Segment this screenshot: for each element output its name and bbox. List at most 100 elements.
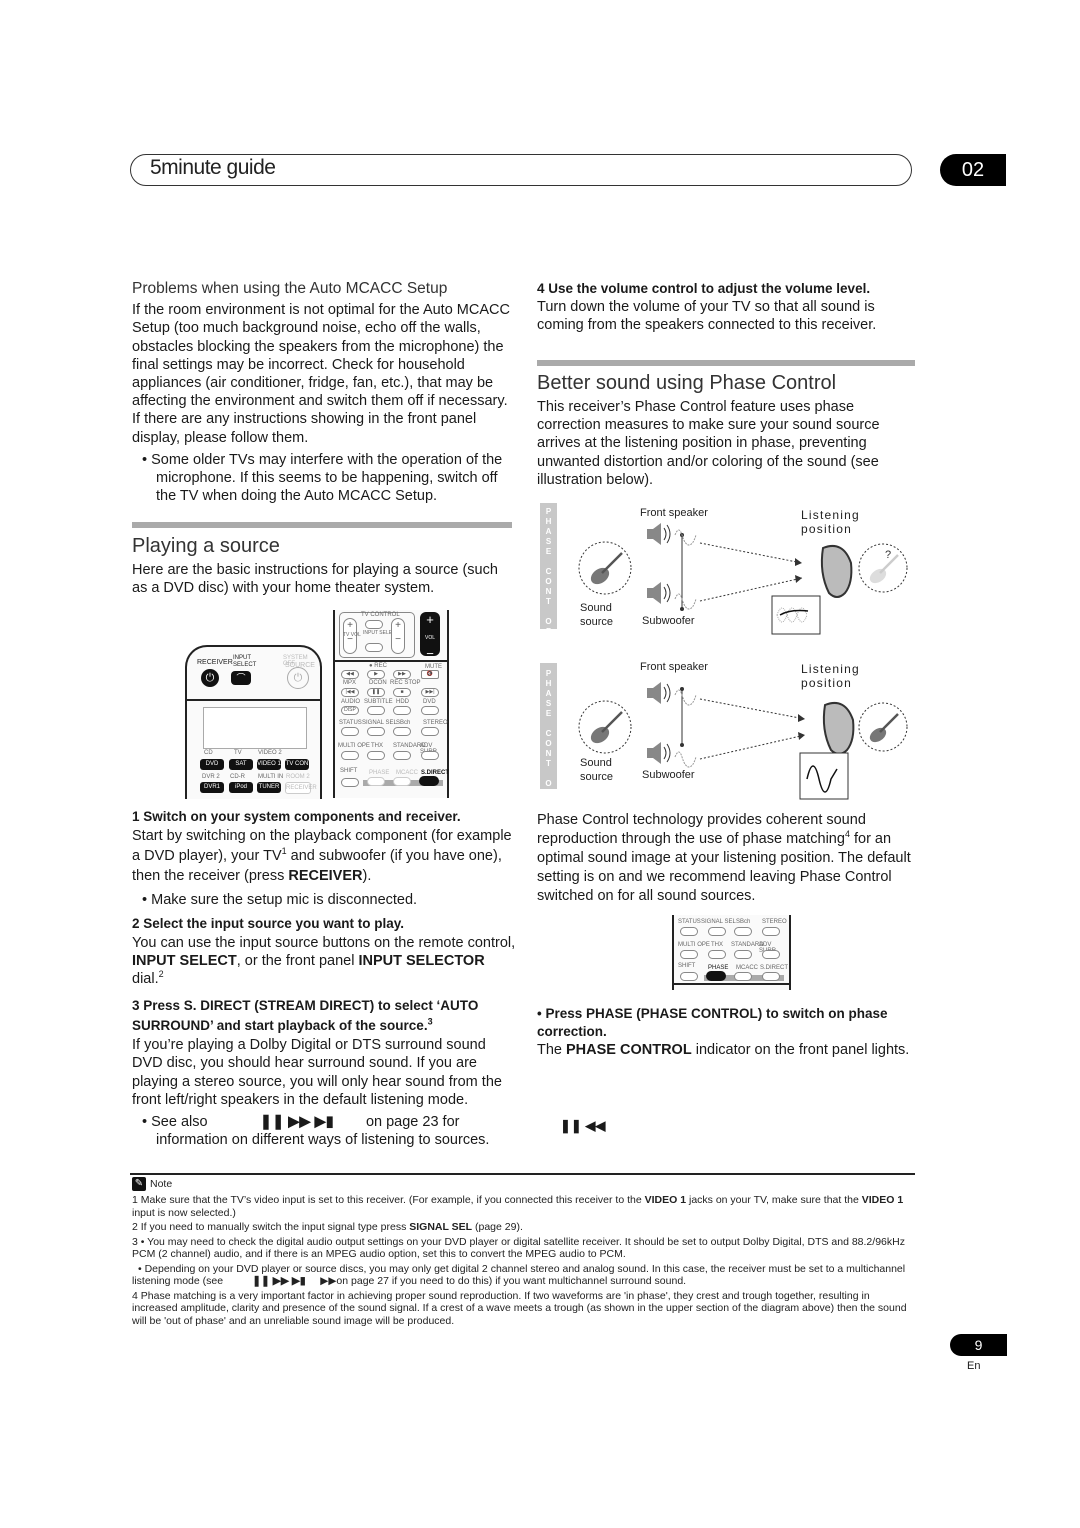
phase-button[interactable] [367,777,385,786]
phase-press: • Press PHASE (PHASE CONTROL) to switch … [537,1005,917,1060]
ear-icon [822,701,855,755]
status-button[interactable] [341,727,359,736]
subtitle-button[interactable] [367,706,385,715]
remote-lcd-display [203,707,307,749]
receiver-source-button[interactable]: RECEIVER [285,782,317,794]
input-select-button[interactable]: ⌒ [231,671,251,685]
thx-label: THX [371,743,383,749]
volume-rocker[interactable]: + VOL − [420,612,440,661]
status-button[interactable] [680,927,698,936]
dvr1-button[interactable]: DVR1 [200,782,224,793]
select-label: SELECT [233,662,257,668]
adv-surr-button[interactable] [762,950,780,959]
input-label: INPUT [233,655,251,661]
chapter-title: 5minute guide [150,156,276,179]
standard-button[interactable] [734,950,752,959]
dvd-button[interactable]: DVD [200,759,224,770]
remote-divider-upper [335,660,447,662]
playing-intro: Here are the basic instructions for play… [132,562,498,597]
guitar-icon [590,552,623,585]
tv-label: TV [234,750,242,756]
mcacc-label: MCACC [736,965,758,971]
status-label: STATUS [678,919,701,925]
step4: 4 Use the volume control to adjust the v… [537,280,917,335]
front-speaker-label: Front speaker [640,661,708,673]
rewind-button[interactable]: ◀◀ [341,670,359,679]
section-divider [132,522,512,528]
ch-down-button[interactable] [393,706,411,715]
sat-button[interactable]: SAT [229,759,253,770]
disp-button[interactable]: DISP [341,706,359,715]
mini-remote-divider [674,983,789,985]
remote-illustration-upper: TV CONTROL + − TV VOL INPUT SELECT + − + VO… [333,610,449,798]
listening-position-label: Listening position [801,508,860,536]
signal-sel-button[interactable] [367,727,385,736]
notes-label: Note [150,1178,173,1190]
signal-sel-button[interactable] [708,927,726,936]
source-power-button[interactable]: ⏻ [287,667,309,689]
tv-power-button[interactable] [365,620,383,629]
tuner-button[interactable]: TUNER [257,782,281,793]
stereo-label: STEREO [423,720,448,726]
prev-button[interactable]: |◀◀ [341,688,359,697]
sbch-button[interactable] [734,927,752,936]
mcacc-button[interactable] [393,777,411,786]
sbch-button[interactable] [393,727,411,736]
mute-button[interactable]: 🔇 [421,670,439,679]
sdirect-button[interactable] [762,972,780,981]
footnotes: 1 Make sure that the TV’s video input is… [132,1194,917,1327]
step2-heading: 2 Select the input source you want to pl… [132,916,405,932]
stray-glyphs: ❚❚ ▶▶ ▶▮ [259,1114,334,1131]
mcacc-button[interactable] [734,972,752,981]
sbch-label: SBch [396,720,411,726]
sdirect-label: S.DIRECT [760,965,789,971]
arrow-front [699,542,803,564]
subwoofer-icon [647,582,671,604]
tvcon-button[interactable]: TV CON [285,759,309,770]
ch-up-button[interactable] [421,706,439,715]
phase-body: Phase Control technology provides cohere… [537,812,911,904]
adv-surr-button[interactable] [421,751,439,760]
thx-button[interactable] [708,950,726,959]
tv-ch-rocker[interactable]: + − [391,618,405,654]
ff-button[interactable]: ▶▶ [393,670,411,679]
vol-label: VOL [424,635,435,641]
shift-button[interactable] [341,778,359,787]
problems-bullet: • Some older TVs may interfere with the … [142,451,503,505]
stop-button[interactable]: ■ [393,688,411,697]
thx-label: THX [711,942,723,948]
sbch-label: SBch [736,919,751,925]
video1-button[interactable]: VIDEO 1 [257,759,281,770]
sound-source-circle [578,541,632,595]
multi-ope-button[interactable] [680,950,698,959]
ipod-button[interactable]: iPod [229,782,253,793]
phase-title: Better sound using Phase Control [537,372,837,394]
multi-ope-button[interactable] [341,751,359,760]
language-label: En [967,1360,981,1372]
tv-input-button[interactable] [365,643,383,652]
subwoofer-icon [647,742,671,764]
guitar-icon-clear [869,713,899,743]
pause-button[interactable]: ❚❚ [367,688,385,697]
sdirect-button[interactable] [419,776,439,786]
audio-label: AUDIO [341,699,361,705]
thx-button[interactable] [367,751,385,760]
stereo-button[interactable] [421,727,439,736]
receiver-power-button[interactable]: ⏻ [201,669,219,687]
next-button[interactable]: ▶▶| [421,688,439,697]
phase-button-highlighted[interactable] [706,971,726,981]
playing-title: Playing a source [132,535,280,557]
step4-heading: 4 Use the volume control to adjust the v… [537,281,871,296]
dvd-mode-label: DVD [423,699,436,705]
rec-stop-label: REC STOP [390,680,421,686]
shift-button[interactable] [680,972,698,981]
faded-guitar-icon [869,554,899,584]
cd-label: CD [204,750,213,756]
signal-sel-label: SIGNAL SEL [362,720,397,726]
stereo-button[interactable] [762,927,780,936]
play-button[interactable]: ▶ [367,670,385,679]
step2-body: You can use the input source buttons on … [132,934,516,988]
step1-heading: 1 Switch on your system components and r… [132,809,461,824]
footnote-2: 2 If you need to manually switch the inp… [132,1221,523,1233]
standard-button[interactable] [393,751,411,760]
